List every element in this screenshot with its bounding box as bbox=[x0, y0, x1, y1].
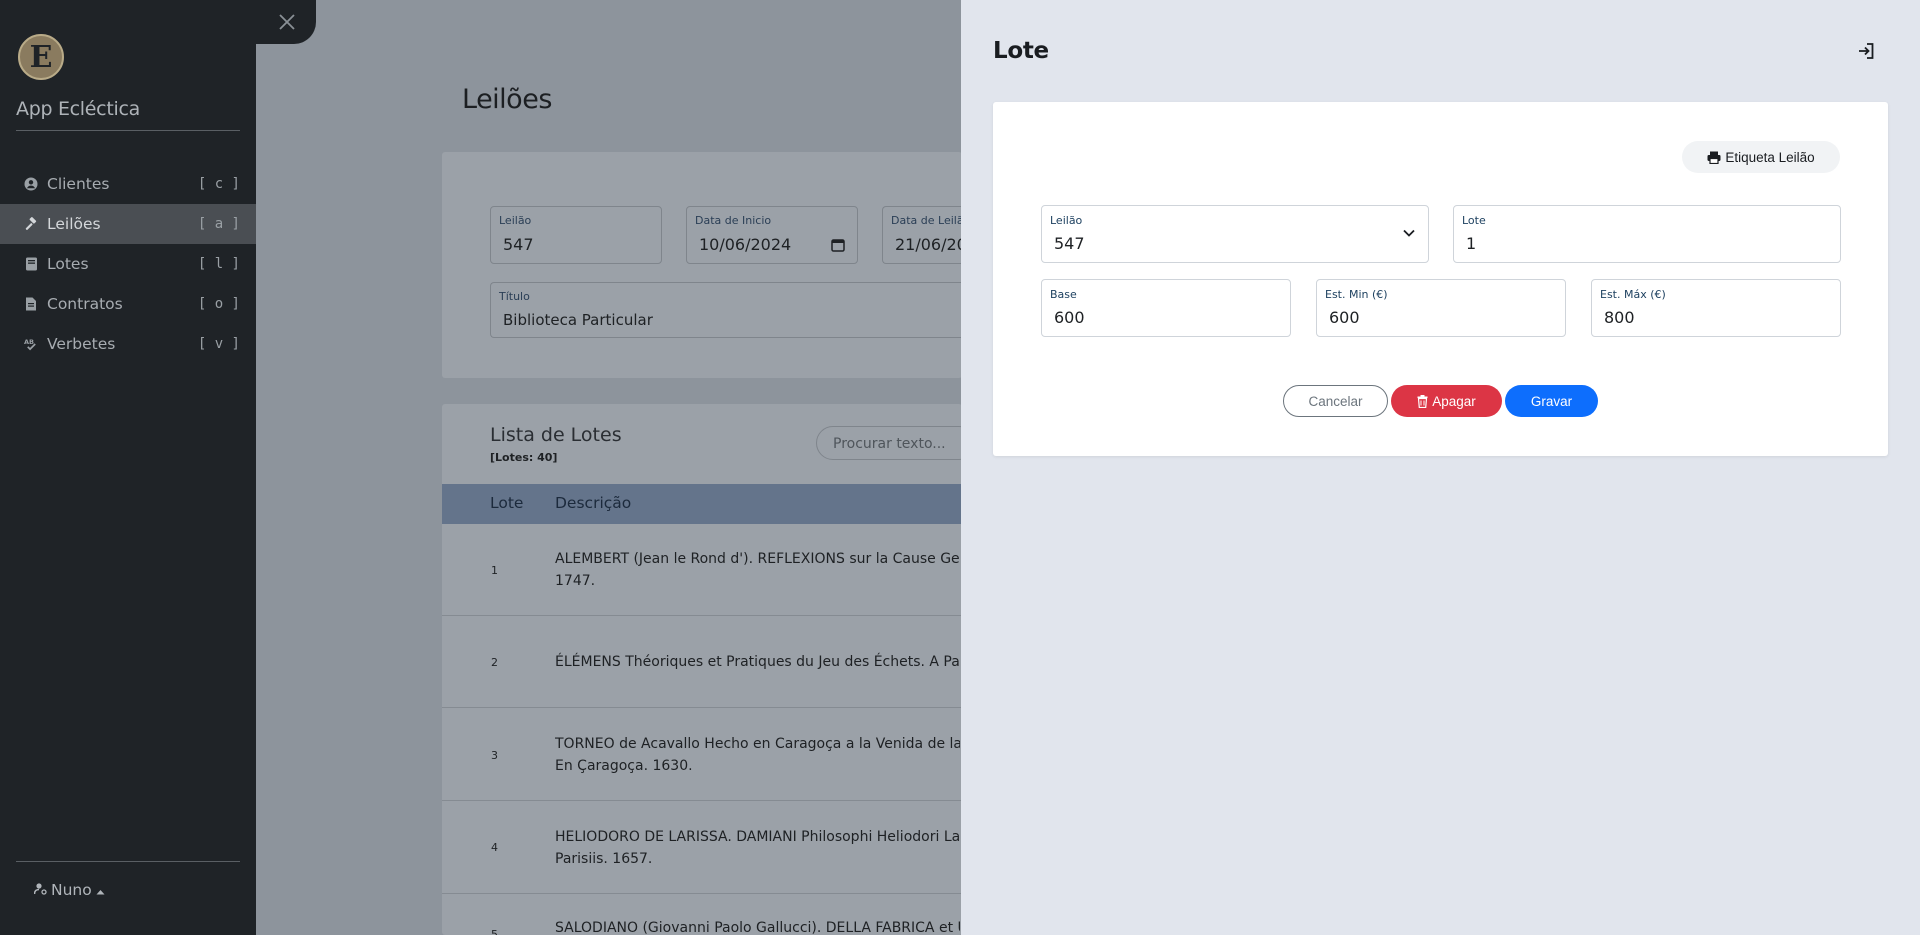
sidebar-item-contratos[interactable]: Contratos [ o ] bbox=[0, 284, 256, 324]
sidebar: E App Ecléctica Clientes [ c ] Leilões [… bbox=[0, 0, 256, 935]
sidebar-nav: Clientes [ c ] Leilões [ a ] Lotes [ l ]… bbox=[0, 164, 256, 364]
list-count: [Lotes: 40] bbox=[490, 451, 558, 464]
user-name: Nuno bbox=[51, 881, 92, 899]
trash-icon bbox=[1417, 394, 1428, 408]
search-input[interactable]: Procurar texto... bbox=[816, 426, 976, 460]
est-max-field[interactable]: Est. Máx (€) 800 bbox=[1591, 279, 1841, 337]
sidebar-divider bbox=[16, 130, 240, 131]
user-menu[interactable]: Nuno bbox=[33, 881, 105, 899]
close-icon bbox=[279, 14, 295, 30]
printer-icon bbox=[1707, 151, 1721, 164]
shortcut-key: [ o ] bbox=[197, 296, 240, 312]
sidebar-divider bbox=[16, 861, 240, 862]
shortcut-key: [ a ] bbox=[197, 216, 240, 232]
table-row[interactable]: 2 ÉLÉMENS Théoriques et Pratiques du Jeu… bbox=[442, 616, 962, 708]
list-title: Lista de Lotes bbox=[490, 424, 622, 446]
sidebar-item-label: Contratos bbox=[47, 295, 123, 313]
leilao-field[interactable]: Leilão 547 bbox=[490, 206, 662, 264]
spellcheck-icon: AB bbox=[24, 337, 38, 351]
table-row[interactable]: 4 HELIODORO DE LARISSA. DAMIANI Philosop… bbox=[442, 801, 962, 894]
panel-title: Lote bbox=[993, 38, 1049, 64]
sidebar-item-lotes[interactable]: Lotes [ l ] bbox=[0, 244, 256, 284]
column-header-lote: Lote bbox=[490, 494, 524, 512]
user-circle-icon bbox=[24, 177, 38, 191]
calendar-icon bbox=[831, 239, 845, 252]
shortcut-key: [ c ] bbox=[197, 176, 240, 192]
book-icon bbox=[24, 257, 38, 271]
save-button[interactable]: Gravar bbox=[1505, 385, 1598, 417]
svg-text:AB: AB bbox=[24, 338, 34, 346]
sidebar-item-label: Verbetes bbox=[47, 335, 116, 353]
shortcut-key: [ v ] bbox=[197, 336, 240, 352]
sidebar-item-leiloes[interactable]: Leilões [ a ] bbox=[0, 204, 256, 244]
table-row[interactable]: 5 SALODIANO (Giovanni Paolo Gallucci). D… bbox=[442, 894, 962, 935]
print-label-button[interactable]: Etiqueta Leilão bbox=[1682, 141, 1840, 173]
app-logo: E bbox=[18, 34, 64, 80]
app-title: App Ecléctica bbox=[16, 98, 140, 120]
page-title: Leilões bbox=[462, 84, 552, 115]
sidebar-item-label: Lotes bbox=[47, 255, 89, 273]
sidebar-item-clientes[interactable]: Clientes [ c ] bbox=[0, 164, 256, 204]
title-field[interactable]: Título Biblioteca Particular bbox=[490, 282, 970, 338]
est-min-field[interactable]: Est. Min (€) 600 bbox=[1316, 279, 1566, 337]
delete-button[interactable]: Apagar bbox=[1391, 385, 1502, 417]
table-row[interactable]: 3 TORNEO de Acavallo Hecho en Caragoça a… bbox=[442, 708, 962, 801]
document-icon bbox=[24, 297, 38, 311]
close-sidebar-button[interactable] bbox=[256, 0, 316, 44]
lot-edit-panel: Lote Etiqueta Leilão Leilão 547 Lote 1 B… bbox=[961, 0, 1920, 935]
lote-field[interactable]: Lote 1 bbox=[1453, 205, 1841, 263]
sidebar-item-verbetes[interactable]: AB Verbetes [ v ] bbox=[0, 324, 256, 364]
sidebar-item-label: Leilões bbox=[47, 215, 101, 233]
auction-details-card: Leilão 547 Data de Inicio 10/06/2024 Dat… bbox=[442, 152, 982, 378]
table-row[interactable]: 1 ALEMBERT (Jean le Rond d'). REFLEXIONS… bbox=[442, 524, 962, 616]
cancel-button[interactable]: Cancelar bbox=[1283, 385, 1388, 417]
gavel-icon bbox=[24, 216, 38, 231]
user-gear-icon bbox=[33, 881, 47, 899]
start-date-field[interactable]: Data de Inicio 10/06/2024 bbox=[686, 206, 858, 264]
lot-form: Etiqueta Leilão Leilão 547 Lote 1 Base 6… bbox=[993, 102, 1888, 456]
caret-up-icon bbox=[96, 881, 105, 899]
leilao-select[interactable]: Leilão 547 bbox=[1041, 205, 1429, 263]
shortcut-key: [ l ] bbox=[197, 256, 240, 272]
column-header-descricao: Descrição bbox=[555, 494, 632, 512]
table-header: Lote Descrição bbox=[442, 484, 962, 524]
chevron-down-icon bbox=[1403, 229, 1415, 237]
base-field[interactable]: Base 600 bbox=[1041, 279, 1291, 337]
sidebar-item-label: Clientes bbox=[47, 175, 110, 193]
exit-panel-icon[interactable] bbox=[1856, 41, 1876, 61]
